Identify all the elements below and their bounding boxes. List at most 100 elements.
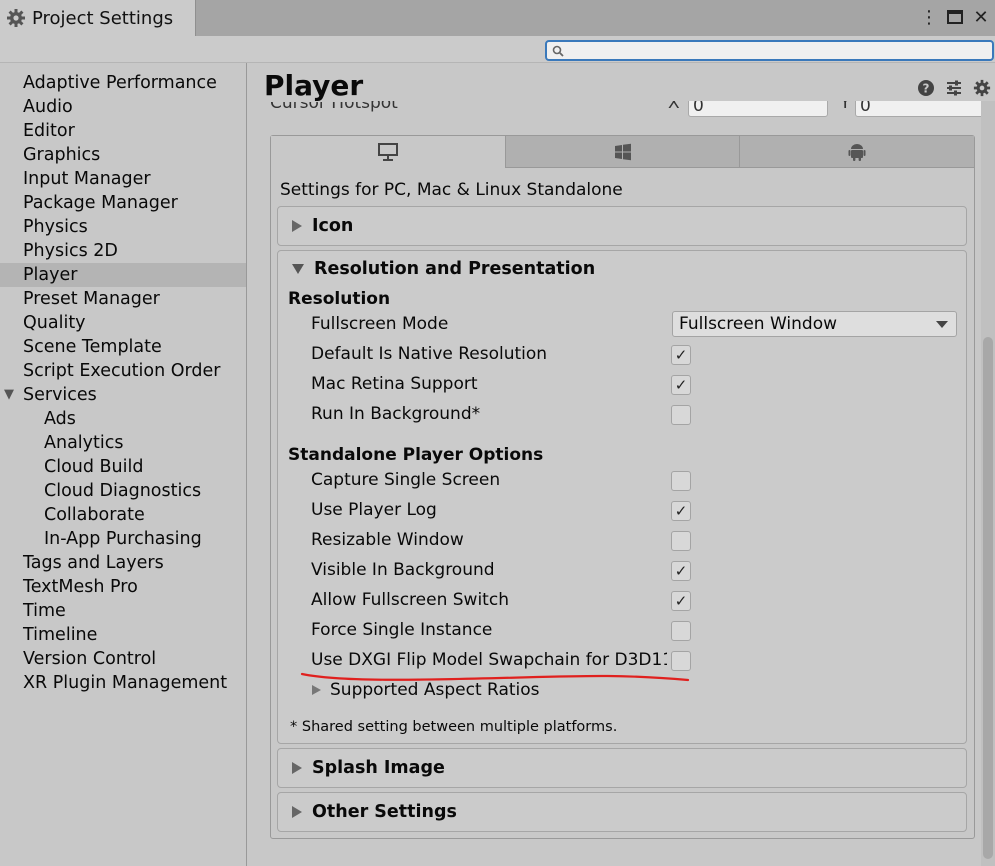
maximize-icon[interactable]: [945, 6, 965, 28]
sidebar-item-graphics[interactable]: Graphics: [0, 143, 246, 167]
run-in-background-checkbox[interactable]: [671, 405, 691, 425]
chevron-down-icon: [936, 321, 948, 328]
resolution-foldout: Resolution and Presentation Resolution F…: [277, 250, 967, 744]
other-section-title: Other Settings: [312, 802, 457, 822]
use-player-log-row: Use Player Log ✓: [311, 497, 961, 525]
sidebar-item-label: Services: [23, 385, 97, 405]
fullscreen-mode-dropdown[interactable]: Fullscreen Window: [672, 311, 957, 337]
setting-label: Force Single Instance: [311, 620, 493, 640]
search-input[interactable]: [545, 40, 994, 61]
sidebar-item-physics-2d[interactable]: Physics 2D: [0, 239, 246, 263]
run-in-background-row: Run In Background*: [311, 401, 961, 429]
fullscreen-mode-value: Fullscreen Window: [679, 314, 838, 334]
sidebar-item-ads[interactable]: Ads: [0, 407, 246, 431]
standalone-options-heading: Standalone Player Options: [288, 445, 544, 465]
icon-foldout[interactable]: Icon: [277, 206, 967, 246]
gear-icon: [7, 9, 25, 27]
splash-section-title: Splash Image: [312, 758, 445, 778]
close-icon[interactable]: ✕: [971, 6, 991, 28]
setting-label: Use Player Log: [311, 500, 437, 520]
settings-for-label: Settings for PC, Mac & Linux Standalone: [280, 180, 623, 200]
gear-icon[interactable]: [973, 79, 991, 97]
tab-pc-standalone[interactable]: [271, 136, 506, 168]
sidebar-item-input-manager[interactable]: Input Manager: [0, 167, 246, 191]
resizable-window-checkbox[interactable]: [671, 531, 691, 551]
sidebar-item-analytics[interactable]: Analytics: [0, 431, 246, 455]
allow-fullscreen-switch-checkbox[interactable]: ✓: [671, 591, 691, 611]
setting-label: Mac Retina Support: [311, 374, 478, 394]
windows-icon: [614, 143, 631, 160]
collapsed-arrow-icon: [292, 220, 302, 232]
sidebar-item-time[interactable]: Time: [0, 599, 246, 623]
help-icon[interactable]: ?: [917, 79, 935, 97]
capture-single-screen-checkbox[interactable]: [671, 471, 691, 491]
fullscreen-mode-row: Fullscreen Mode Fullscreen Window: [311, 311, 961, 339]
more-options-icon[interactable]: ⋮: [919, 6, 939, 28]
sidebar-item-physics[interactable]: Physics: [0, 215, 246, 239]
sidebar-item-cloud-diagnostics[interactable]: Cloud Diagnostics: [0, 479, 246, 503]
vertical-scrollbar[interactable]: [981, 63, 995, 866]
supported-aspect-ratios-label: Supported Aspect Ratios: [330, 680, 540, 700]
sidebar-item-xr-plugin-management[interactable]: XR Plugin Management: [0, 671, 246, 695]
sidebar-item-preset-manager[interactable]: Preset Manager: [0, 287, 246, 311]
sidebar-item-scene-template[interactable]: Scene Template: [0, 335, 246, 359]
supported-aspect-ratios-row[interactable]: Supported Aspect Ratios: [312, 677, 962, 705]
other-settings-foldout[interactable]: Other Settings: [277, 792, 967, 832]
scrollbar-thumb[interactable]: [983, 337, 993, 859]
sidebar-item-collaborate[interactable]: Collaborate: [0, 503, 246, 527]
sidebar-item-script-execution-order[interactable]: Script Execution Order: [0, 359, 246, 383]
expand-arrow-icon[interactable]: ▼: [4, 383, 14, 407]
sidebar-item-cloud-build[interactable]: Cloud Build: [0, 455, 246, 479]
allow-fullscreen-switch-row: Allow Fullscreen Switch ✓: [311, 587, 961, 615]
resizable-window-row: Resizable Window: [311, 527, 961, 555]
icon-foldout-header[interactable]: Icon: [278, 207, 966, 245]
capture-single-screen-row: Capture Single Screen: [311, 467, 961, 495]
mac-retina-support-row: Mac Retina Support ✓: [311, 371, 961, 399]
shared-setting-note: * Shared setting between multiple platfo…: [290, 719, 618, 735]
sidebar-item-timeline[interactable]: Timeline: [0, 623, 246, 647]
icon-section-title: Icon: [312, 216, 354, 236]
visible-in-background-row: Visible In Background ✓: [311, 557, 961, 585]
dxgi-flip-model-row: Use DXGI Flip Model Swapchain for D3D11: [311, 647, 961, 675]
splash-foldout-header[interactable]: Splash Image: [278, 749, 966, 787]
setting-label: Use DXGI Flip Model Swapchain for D3D11: [311, 650, 667, 670]
presets-icon[interactable]: [945, 79, 963, 97]
tab-android[interactable]: [740, 136, 975, 168]
sidebar-item-services[interactable]: ▼ Services: [0, 383, 246, 407]
sidebar-item-package-manager[interactable]: Package Manager: [0, 191, 246, 215]
mac-retina-support-checkbox[interactable]: ✓: [671, 375, 691, 395]
default-native-resolution-checkbox[interactable]: ✓: [671, 345, 691, 365]
force-single-instance-checkbox[interactable]: [671, 621, 691, 641]
setting-label: Visible In Background: [311, 560, 495, 580]
settings-toolbar: [0, 36, 995, 63]
visible-in-background-checkbox[interactable]: ✓: [671, 561, 691, 581]
tab-title: Project Settings: [32, 7, 174, 29]
window-titlebar: Project Settings ⋮ ✕: [0, 0, 995, 36]
dxgi-flip-model-checkbox[interactable]: [671, 651, 691, 671]
resolution-section-title: Resolution and Presentation: [314, 259, 596, 279]
monitor-icon: [377, 143, 398, 161]
collapsed-arrow-icon: [292, 806, 302, 818]
svg-text:?: ?: [923, 82, 930, 96]
collapsed-arrow-icon: [292, 762, 302, 774]
sidebar-item-audio[interactable]: Audio: [0, 95, 246, 119]
page-title: Player: [264, 69, 372, 102]
resolution-foldout-header[interactable]: Resolution and Presentation: [278, 251, 966, 287]
sidebar-item-editor[interactable]: Editor: [0, 119, 246, 143]
sidebar-item-adaptive-performance[interactable]: Adaptive Performance: [0, 71, 246, 95]
use-player-log-checkbox[interactable]: ✓: [671, 501, 691, 521]
project-settings-tab[interactable]: Project Settings: [0, 0, 196, 36]
other-foldout-header[interactable]: Other Settings: [278, 793, 966, 831]
sidebar-item-in-app-purchasing[interactable]: In-App Purchasing: [0, 527, 246, 551]
sidebar-item-tags-and-layers[interactable]: Tags and Layers: [0, 551, 246, 575]
tab-windows[interactable]: [505, 136, 741, 168]
setting-label: Allow Fullscreen Switch: [311, 590, 509, 610]
splash-image-foldout[interactable]: Splash Image: [277, 748, 967, 788]
sidebar-item-version-control[interactable]: Version Control: [0, 647, 246, 671]
sidebar-item-quality[interactable]: Quality: [0, 311, 246, 335]
settings-sidebar: Adaptive Performance Audio Editor Graphi…: [0, 63, 247, 866]
default-native-resolution-row: Default Is Native Resolution ✓: [311, 341, 961, 369]
expanded-arrow-icon: [292, 264, 304, 274]
sidebar-item-player[interactable]: Player: [0, 263, 246, 287]
sidebar-item-textmesh-pro[interactable]: TextMesh Pro: [0, 575, 246, 599]
